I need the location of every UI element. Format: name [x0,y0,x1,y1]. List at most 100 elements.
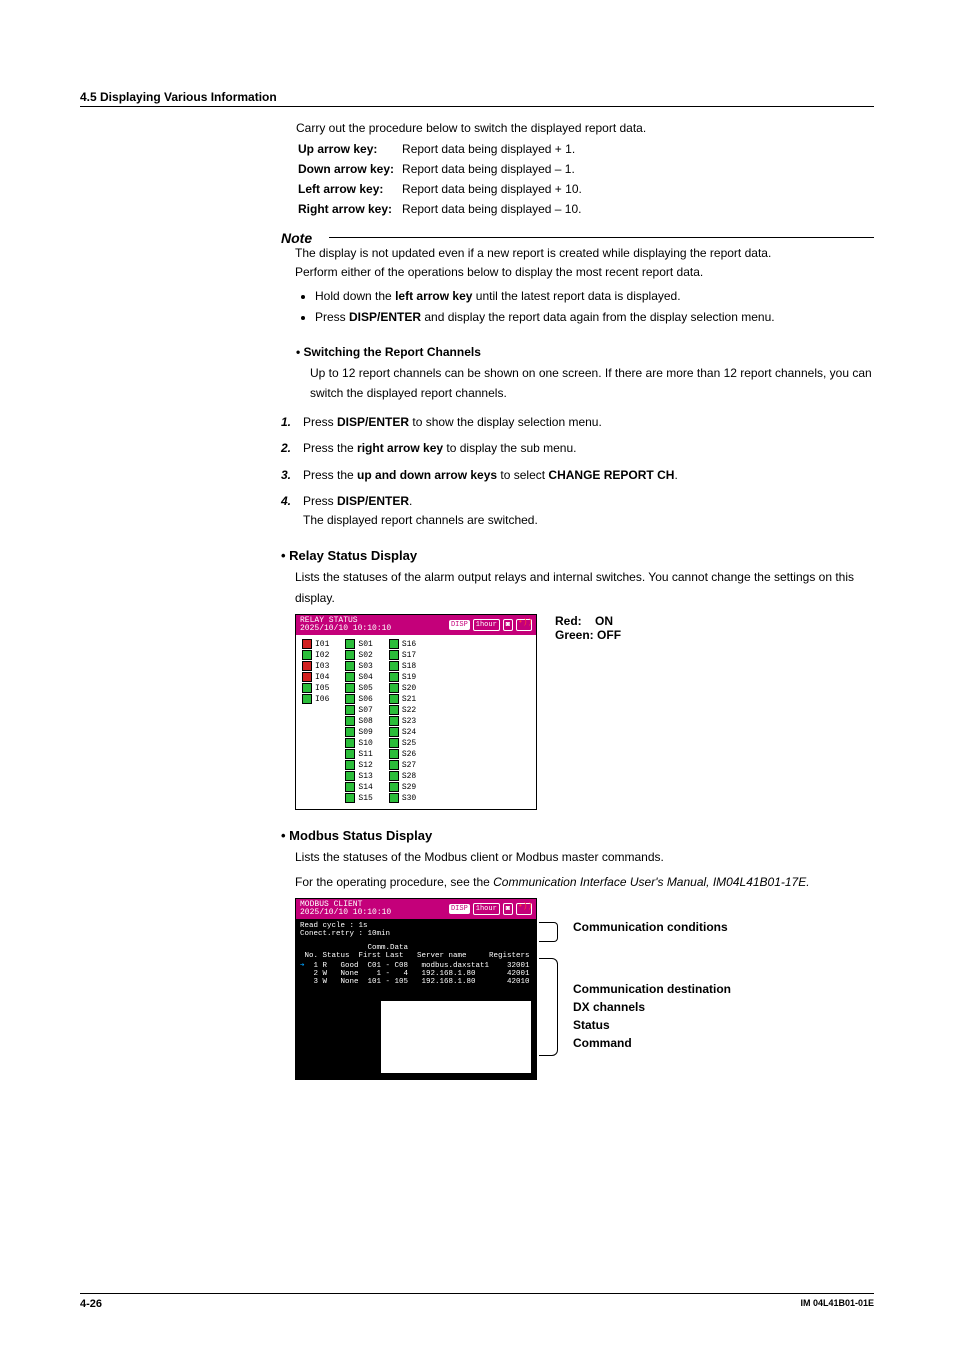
status-square [345,727,355,737]
relay-label: S22 [402,706,416,715]
relay-col-2: S01S02S03S04S05S06S07S08S09S10S11S12S13S… [345,639,372,803]
relay-col-3: S16S17S18S19S20S21S22S23S24S25S26S27S28S… [389,639,416,803]
relay-label: S06 [358,695,372,704]
status-square [389,672,399,682]
modbus-titlebar: MODBUS CLIENT 2025/10/10 10:10:10 DISP 1… [296,899,536,919]
camera-icon: ◙ [503,903,513,915]
right-key-desc: Report data being displayed – 10. [402,200,588,218]
relay-item: S30 [389,793,416,803]
relay-desc: Lists the statuses of the alarm output r… [295,567,874,608]
status-square [389,793,399,803]
relay-label: S13 [358,772,372,781]
relay-label: S24 [402,728,416,737]
relay-item: S23 [389,716,416,726]
modbus-header-1: Comm.Data [300,944,532,952]
status-square [389,727,399,737]
up-key-desc: Report data being displayed + 1. [402,140,588,158]
modbus-desc-2: For the operating procedure, see the Com… [295,872,874,892]
step-2: 2. Press the right arrow key to display … [281,438,874,458]
relay-item: S16 [389,639,416,649]
relay-item: S19 [389,672,416,682]
status-square [302,661,312,671]
relay-heading: Relay Status Display [281,548,874,563]
modbus-heading: Modbus Status Display [281,828,874,843]
switch-heading: Switching the Report Channels [296,345,874,359]
relay-timestamp: 2025/10/10 10:10:10 [300,625,391,633]
relay-label: S09 [358,728,372,737]
relay-item: S02 [345,650,372,660]
interval-badge: 1hour [473,619,500,631]
status-square [345,793,355,803]
status-square [345,672,355,682]
relay-item: I01 [302,639,329,649]
relay-screenshot: RELAY STATUS 2025/10/10 10:10:10 DISP 1h… [295,614,537,810]
modbus-cond-2: Conect.retry : 10min [300,930,532,938]
status-square [302,639,312,649]
relay-item: S14 [345,782,372,792]
relay-label: I05 [315,684,329,693]
step-num-1: 1. [281,412,303,432]
modbus-row-3: 3 W None 101 - 105 192.168.1.80 42010 [300,978,532,986]
relay-label: I01 [315,640,329,649]
arrow-key-table: Up arrow key:Report data being displayed… [296,138,590,220]
status-square [389,749,399,759]
relay-item: S15 [345,793,372,803]
relay-label: S26 [402,750,416,759]
note-line1: The display is not updated even if a new… [295,244,874,263]
page-number: 4-26 [80,1298,102,1310]
relay-label: S03 [358,662,372,671]
relay-item: S08 [345,716,372,726]
intro-text: Carry out the procedure below to switch … [296,119,874,138]
up-key-label: Up arrow key: [298,140,400,158]
relay-label: S02 [358,651,372,660]
brace-2 [539,958,558,1056]
modbus-blank-area [381,1001,531,1073]
relay-label: S15 [358,794,372,803]
relay-item: S13 [345,771,372,781]
status-square [389,716,399,726]
note-body: The display is not updated even if a new… [295,244,874,327]
right-key-label: Right arrow key: [298,200,400,218]
relay-item: S09 [345,727,372,737]
disp-badge: DISP [449,904,470,914]
modbus-row-1: ➔ 1 R Good C01 - C08 modbus.daxstat1 320… [300,960,532,970]
relay-label: S08 [358,717,372,726]
modbus-timestamp: 2025/10/10 10:10:10 [300,909,391,917]
modbus-anno-3: DX channels [573,1000,731,1014]
relay-annotation: Red: ON Green: OFF [555,614,621,642]
status-square [345,650,355,660]
note-bullet-1: Hold down the left arrow key until the l… [315,287,874,306]
relay-item: S01 [345,639,372,649]
status-square [345,694,355,704]
step-num-2: 2. [281,438,303,458]
relay-item: S07 [345,705,372,715]
brace-1 [539,922,558,942]
step-1: 1. Press DISP/ENTER to show the display … [281,412,874,432]
relay-label: S07 [358,706,372,715]
status-square [389,661,399,671]
modbus-header-2: No. Status First Last Server name Regist… [300,952,532,960]
relay-item: S03 [345,661,372,671]
modbus-row-2: 2 W None 1 - 4 192.168.1.80 42001 [300,970,532,978]
relay-label: I04 [315,673,329,682]
relay-item: S24 [389,727,416,737]
relay-item: I03 [302,661,329,671]
modbus-anno-5: Command [573,1036,731,1050]
relay-item: S28 [389,771,416,781]
modbus-anno-2: Communication destination [573,982,731,996]
relay-label: S01 [358,640,372,649]
relay-item: I02 [302,650,329,660]
status-square [389,650,399,660]
relay-item: I05 [302,683,329,693]
relay-label: I02 [315,651,329,660]
status-square [389,683,399,693]
note-bullet-2: Press DISP/ENTER and display the report … [315,308,874,327]
down-key-desc: Report data being displayed – 1. [402,160,588,178]
relay-label: S25 [402,739,416,748]
relay-label: S12 [358,761,372,770]
status-square [389,639,399,649]
relay-label: S16 [402,640,416,649]
status-square [345,738,355,748]
relay-label: S29 [402,783,416,792]
status-square [345,782,355,792]
